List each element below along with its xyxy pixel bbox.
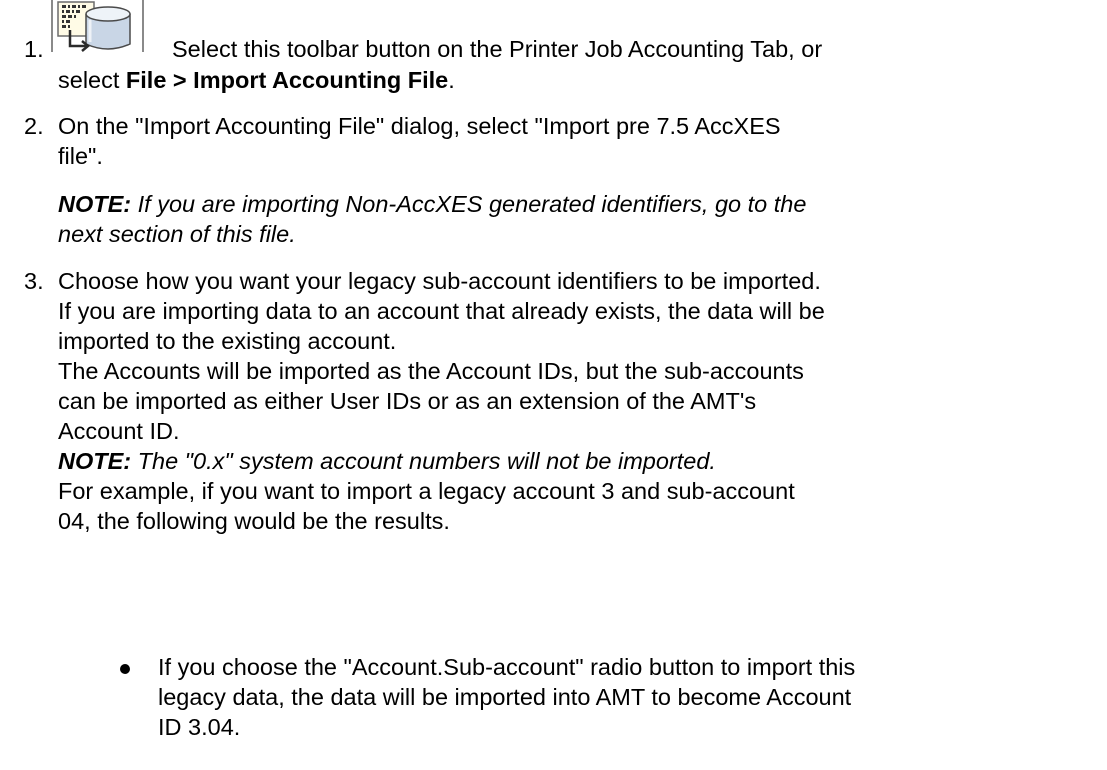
step-3-line: Choose how you want your legacy sub-acco…: [58, 268, 821, 294]
step-1-text-line1: Select this toolbar button on the Printe…: [172, 34, 1102, 64]
step-3-line: can be imported as either User IDs or as…: [58, 388, 757, 414]
step-1-text-line2: select File > Import Accounting File.: [58, 65, 1098, 95]
note-label: NOTE:: [58, 448, 132, 474]
step-3-line: If you are importing data to an account …: [58, 298, 825, 324]
help-document: 1. Select this toolbar button on the Pri…: [0, 0, 1107, 770]
step-number: 1.: [24, 36, 44, 62]
note-text: next section of this file.: [58, 221, 296, 247]
bullet-item: If you choose the "Account.Sub-account" …: [158, 652, 1098, 742]
step-number: 3.: [24, 268, 44, 294]
import-accounting-file-icon[interactable]: [44, 0, 150, 52]
example-line: 04, the following would be the results.: [58, 508, 450, 534]
bullet-line: ID 3.04.: [158, 714, 241, 740]
step-2-note: NOTE: If you are importing Non-AccXES ge…: [58, 189, 1098, 249]
step-3-line: The Accounts will be imported as the Acc…: [58, 358, 804, 384]
step-1-suffix: .: [448, 67, 455, 93]
bullet-line: If you choose the "Account.Sub-account" …: [158, 654, 856, 680]
bullet-line: legacy data, the data will be imported i…: [158, 684, 852, 710]
step-number: 2.: [24, 113, 44, 139]
menu-path-import-accounting-file: File > Import Accounting File: [125, 67, 449, 93]
note-text: The "0.x" system account numbers will no…: [131, 448, 716, 474]
step-2-line: file".: [58, 143, 103, 169]
step-3-line: Account ID.: [58, 418, 180, 444]
bullet-marker: [120, 664, 130, 674]
example-line: For example, if you want to import a leg…: [58, 478, 795, 504]
step-3-text: Choose how you want your legacy sub-acco…: [58, 266, 1098, 536]
step-3-line: imported to the existing account.: [58, 328, 397, 354]
step-2-line: On the "Import Accounting File" dialog, …: [58, 113, 781, 139]
step-1-prefix: select: [58, 67, 126, 93]
step-2-text: On the "Import Accounting File" dialog, …: [58, 111, 1098, 171]
database-import-icon: [57, 1, 131, 52]
note-text: If you are importing Non-AccXES generate…: [131, 191, 807, 217]
note-label: NOTE:: [58, 191, 132, 217]
step-1-instruction: Select this toolbar button on the Printe…: [172, 36, 823, 62]
